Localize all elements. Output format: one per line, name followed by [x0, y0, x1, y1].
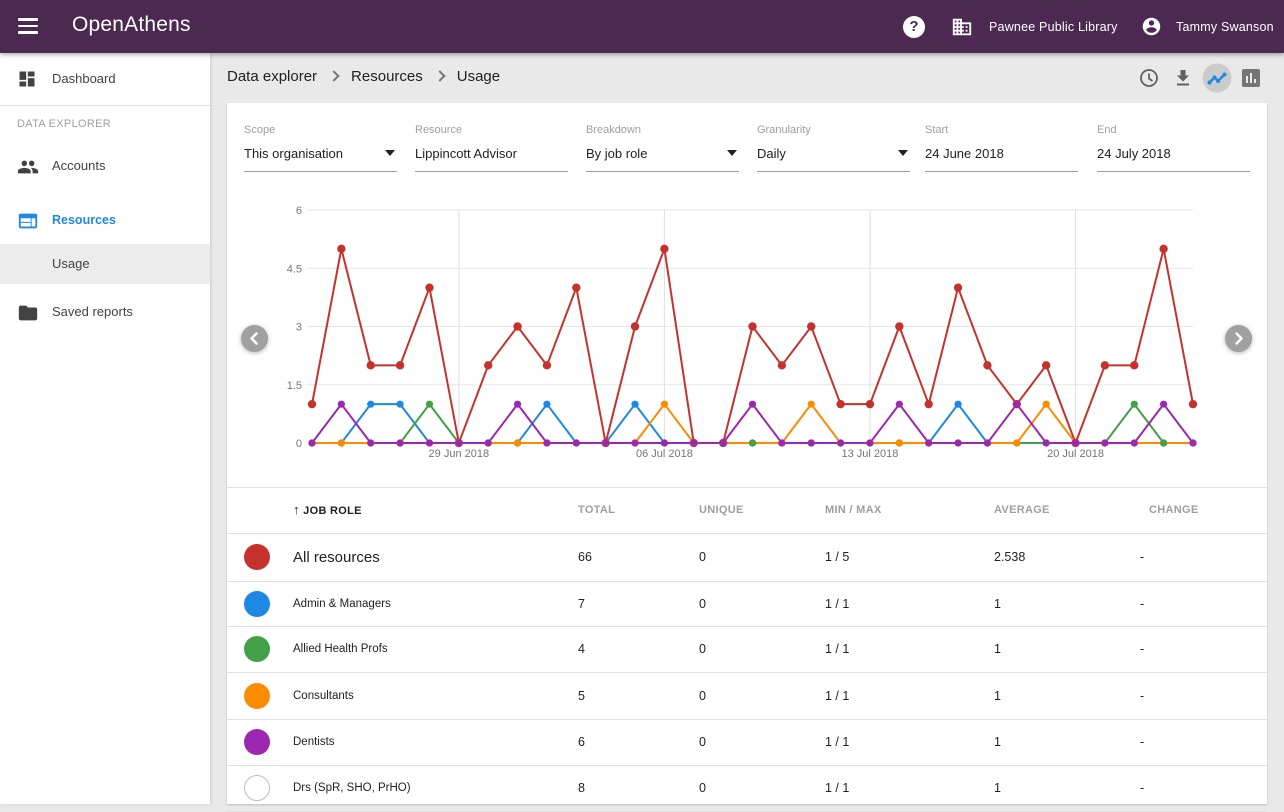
svg-text:6: 6: [296, 205, 302, 217]
svg-text:3: 3: [296, 322, 302, 334]
svg-text:1.5: 1.5: [287, 380, 302, 392]
svg-text:06 Jul 2018: 06 Jul 2018: [636, 448, 693, 460]
svg-text:13 Jul 2018: 13 Jul 2018: [842, 448, 899, 460]
svg-text:4.5: 4.5: [287, 263, 302, 275]
svg-text:20 Jul 2018: 20 Jul 2018: [1047, 448, 1104, 460]
svg-text:29 Jun 2018: 29 Jun 2018: [429, 448, 490, 460]
svg-text:0: 0: [296, 438, 302, 450]
